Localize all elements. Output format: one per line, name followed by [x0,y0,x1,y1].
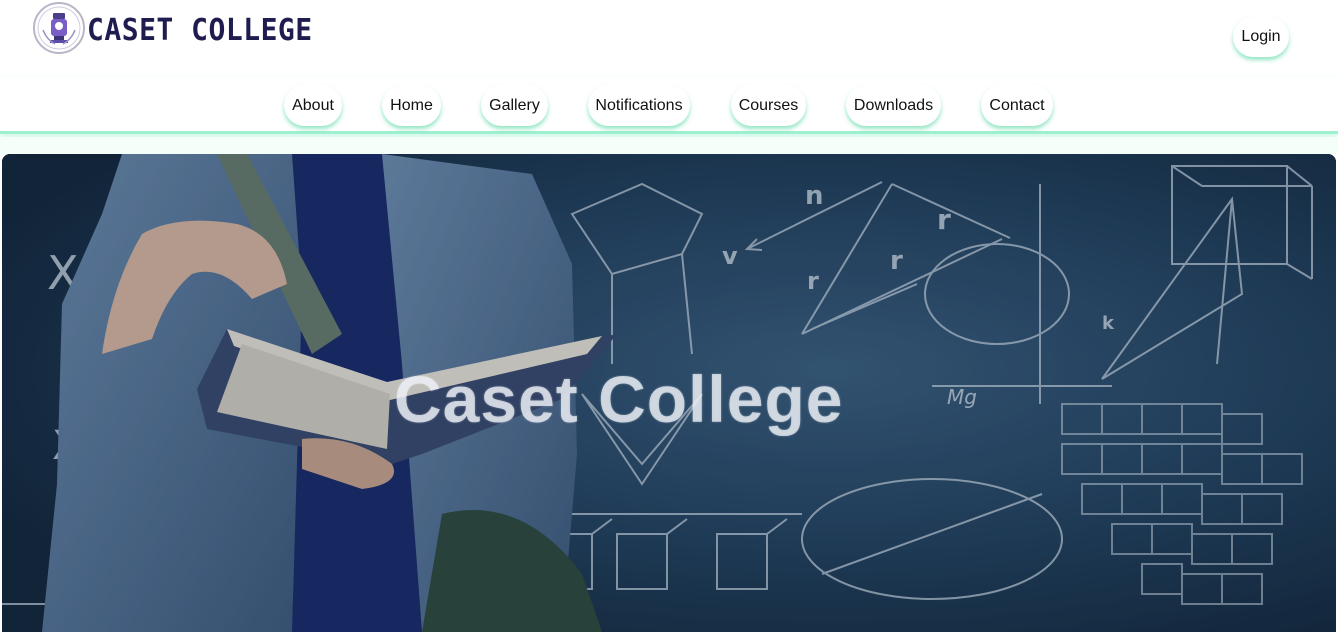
brand-logo[interactable]: CASET COLLEGE [33,2,313,54]
nav-downloads[interactable]: Downloads [846,85,941,126]
brand-name: CASET COLLEGE [87,11,313,47]
nav-contact[interactable]: Contact [981,85,1053,126]
nav-glow-divider [0,137,1338,154]
nav-gallery[interactable]: Gallery [481,85,548,126]
college-crest-icon [33,2,85,54]
login-button[interactable]: Login [1233,17,1289,57]
nav-notifications[interactable]: Notifications [588,85,690,126]
hero-title: Caset College [394,362,844,436]
nav-home[interactable]: Home [382,85,441,126]
site-header: CASET COLLEGE Login [0,0,1338,78]
hero-banner: n v r r r k X X² +px Mg [2,154,1336,632]
nav-courses[interactable]: Courses [731,85,806,126]
nav-about[interactable]: About [284,85,342,126]
main-navigation: About Home Gallery Notifications Courses… [0,78,1338,134]
